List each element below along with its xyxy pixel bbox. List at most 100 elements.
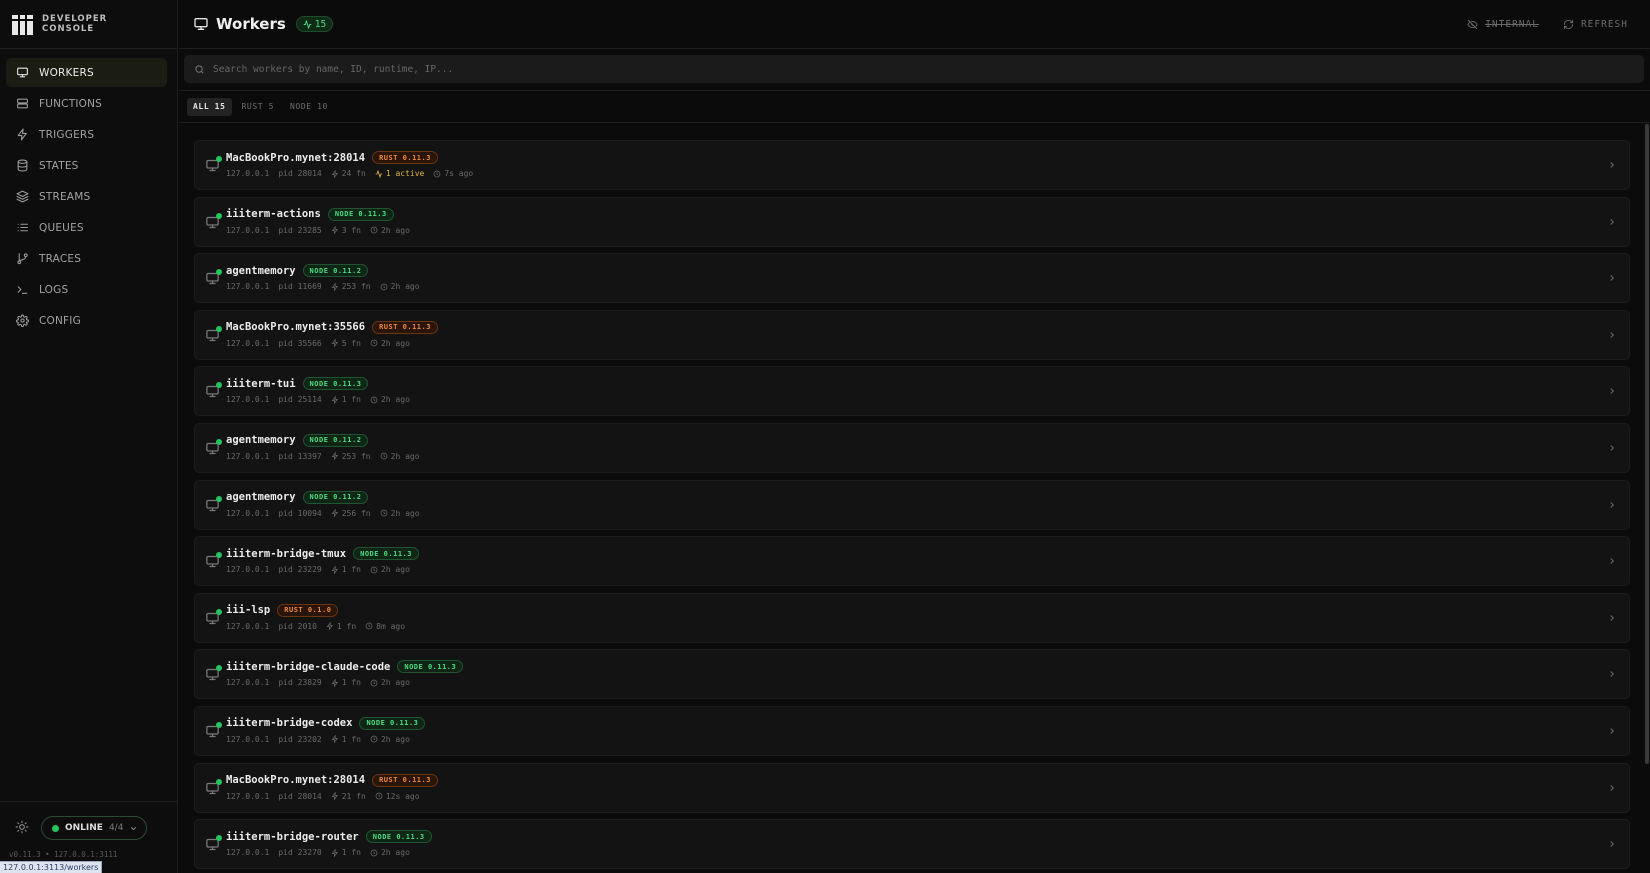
sidebar-item-label: CONFIG	[39, 314, 81, 327]
worker-row[interactable]: iiiterm-bridge-router NODE 0.11.3 127.0.0.…	[194, 819, 1630, 870]
worker-pid: pid 23829	[278, 678, 322, 688]
internal-toggle-button[interactable]: INTERNAL	[1467, 19, 1539, 30]
worker-monitor-icon	[205, 835, 222, 852]
worker-ip: 127.0.0.1	[226, 848, 270, 858]
last-seen: 2h ago	[370, 565, 410, 574]
worker-pid: pid 28014	[278, 169, 322, 178]
online-status-dot	[216, 438, 222, 445]
worker-pid: pid 23202	[278, 734, 322, 744]
worker-monitor-icon	[205, 552, 222, 569]
list-icon	[17, 223, 28, 232]
worker-row[interactable]: agentmemory NODE 0.11.2 127.0.0.1 pid 11669…	[194, 253, 1630, 304]
worker-row[interactable]: iiiterm-actions NODE 0.11.3 127.0.0.1 pid 2…	[194, 196, 1630, 247]
last-seen: 2h ago	[370, 848, 410, 857]
worker-meta: 127.0.0.1 pid 25114 1 fn 2h ago	[226, 395, 410, 404]
worker-row[interactable]: iiiterm-tui NODE 0.11.3 127.0.0.1 pid 25114…	[194, 366, 1630, 417]
function-count: 1 fn	[331, 395, 361, 404]
worker-row[interactable]: iiiterm-bridge-codex NODE 0.11.3 127.0.0.1…	[194, 705, 1630, 756]
worker-name: agentmemory	[226, 491, 296, 504]
worker-monitor-icon	[205, 721, 222, 739]
last-seen: 2h ago	[380, 282, 420, 291]
zap-icon	[17, 128, 27, 141]
sidebar-item-triggers[interactable]: TRIGGERS	[6, 120, 167, 149]
worker-pid: pid 2010	[278, 621, 317, 631]
sidebar-item-config[interactable]: CONFIG	[6, 306, 167, 335]
sidebar-item-label: FUNCTIONS	[39, 97, 103, 110]
worker-ip: 127.0.0.1	[226, 338, 270, 348]
worker-row[interactable]: MacBookPro.mynet:28014 RUST 0.11.3 127.0.0…	[194, 762, 1630, 813]
sidebar-item-functions[interactable]: FUNCTIONS	[6, 89, 167, 118]
function-count: 1 fn	[326, 622, 356, 631]
runtime-version-badge: NODE 0.11.3	[359, 716, 426, 730]
sidebar-item-queues[interactable]: QUEUES	[6, 213, 167, 242]
zap-icon	[331, 792, 338, 801]
worker-name: iiiterm-bridge-tmux	[226, 547, 347, 560]
worker-pid: pid 35566	[278, 338, 322, 348]
refresh-button[interactable]: REFRESH	[1563, 19, 1628, 30]
tab-all[interactable]: ALL 15	[187, 97, 232, 116]
brand[interactable]: DEVELOPER CONSOLE	[0, 0, 177, 49]
worker-monitor-icon	[205, 438, 222, 456]
worker-meta: 127.0.0.1 pid 23229 1 fn 2h ago	[226, 565, 410, 574]
worker-ip: 127.0.0.1	[226, 395, 270, 405]
worker-meta: 127.0.0.1 pid 28014 24 fn 1 active 7s ago	[226, 169, 473, 178]
worker-name: iiiterm-actions	[226, 208, 321, 221]
search-input[interactable]	[213, 63, 713, 75]
runtime-version-badge: RUST 0.11.3	[372, 773, 438, 787]
sidebar-item-streams[interactable]: STREAMS	[6, 182, 167, 211]
worker-monitor-icon	[205, 778, 222, 796]
worker-row[interactable]: iiiterm-bridge-claude-code NODE 0.11.3 127…	[194, 649, 1630, 700]
worker-row[interactable]: iiiterm-bridge-tmux NODE 0.11.3 127.0.0.1 p…	[194, 536, 1630, 587]
worker-monitor-icon	[205, 665, 222, 682]
browser-status-url: 127.0.0.1:3113/workers	[0, 861, 103, 873]
page-header: Workers 15 INTERNAL REFRESH	[179, 0, 1650, 49]
worker-row[interactable]: agentmemory NODE 0.11.2 127.0.0.1 pid 10094…	[194, 479, 1630, 530]
scrollbar[interactable]	[1645, 124, 1649, 764]
worker-meta: 127.0.0.1 pid 23202 1 fn 2h ago	[226, 735, 410, 744]
worker-name: iiiterm-bridge-codex	[226, 717, 353, 730]
worker-row[interactable]: agentmemory NODE 0.11.2 127.0.0.1 pid 13397…	[194, 422, 1630, 473]
chevron-right-icon	[1610, 558, 1614, 565]
function-count-label: 1 fn	[341, 848, 361, 858]
status-count: 4/4	[108, 823, 124, 833]
worker-count-badge: 15	[295, 16, 334, 32]
chevron-right-icon	[1610, 614, 1614, 621]
tab-rust[interactable]: RUST 5	[236, 98, 281, 116]
connection-status-dropdown[interactable]: ONLINE 4/4	[41, 816, 147, 840]
online-status-dot	[216, 269, 222, 276]
zap-icon	[331, 735, 338, 744]
sun-icon[interactable]	[15, 820, 29, 834]
sidebar-item-states[interactable]: STATES	[6, 151, 167, 180]
worker-count: 15	[314, 18, 327, 30]
sidebar-item-logs[interactable]: LOGS	[6, 275, 167, 304]
sidebar-item-label: TRACES	[39, 252, 82, 265]
monitor-icon	[194, 17, 208, 30]
worker-row[interactable]: iii-lsp RUST 0.1.0 127.0.0.1 pid 2010 1 fn 8m…	[194, 592, 1630, 643]
sidebar-item-workers[interactable]: WORKERS	[6, 58, 167, 87]
activity-icon	[375, 169, 383, 178]
brand-line-2: CONSOLE	[42, 24, 95, 34]
zap-icon	[331, 452, 338, 461]
tab-node[interactable]: NODE 10	[284, 98, 334, 116]
last-seen: 12s ago	[375, 792, 420, 801]
worker-row[interactable]: MacBookPro.mynet:28014 RUST 0.11.3 127.0.0…	[194, 140, 1630, 190]
clock-icon	[380, 283, 387, 291]
last-seen-label: 2h ago	[380, 565, 410, 575]
worker-pid: pid 23270	[278, 848, 322, 858]
last-seen-label: 2h ago	[390, 282, 420, 292]
chevron-right-icon	[1610, 728, 1614, 734]
worker-list: MacBookPro.mynet:28014 RUST 0.11.3 127.0.0…	[179, 124, 1650, 873]
clock-icon	[370, 226, 378, 234]
worker-ip: 127.0.0.1	[226, 451, 270, 461]
worker-meta: 127.0.0.1 pid 10094 256 fn 2h ago	[226, 509, 420, 518]
terminal-icon	[17, 286, 28, 294]
sidebar-item-traces[interactable]: TRACES	[6, 244, 167, 273]
worker-name: MacBookPro.mynet:35566	[226, 321, 366, 334]
last-seen: 2h ago	[380, 452, 420, 461]
last-seen-label: 8m ago	[376, 621, 406, 631]
worker-pid: pid 10094	[278, 508, 322, 518]
worker-row[interactable]: MacBookPro.mynet:35566 RUST 0.11.3 127.0.0…	[194, 309, 1630, 360]
function-count: 1 fn	[331, 735, 361, 744]
worker-monitor-icon	[205, 325, 222, 343]
chevron-down-icon	[131, 826, 137, 830]
